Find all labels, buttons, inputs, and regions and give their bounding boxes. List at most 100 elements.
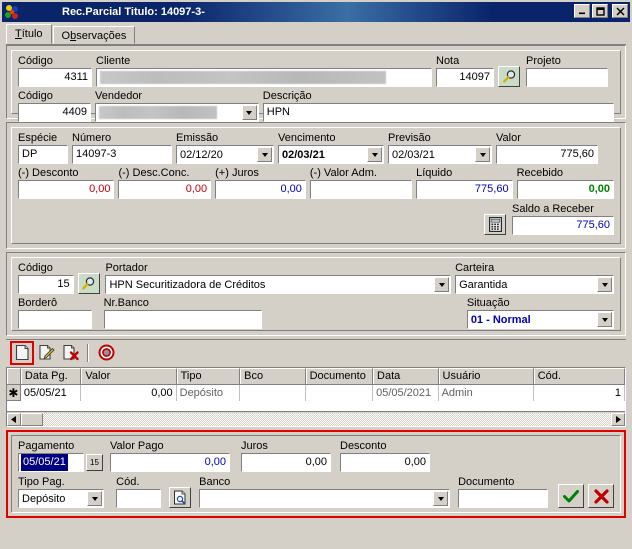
cod-banco-label: Cód. bbox=[116, 476, 140, 488]
chevron-down-icon[interactable] bbox=[434, 277, 450, 292]
cliente-field[interactable] bbox=[96, 68, 432, 87]
cell-documento[interactable] bbox=[306, 385, 374, 401]
nota-search-button[interactable] bbox=[498, 66, 520, 87]
toolbar-separator bbox=[87, 343, 89, 362]
nr-banco-field[interactable] bbox=[103, 310, 262, 329]
calculator-icon bbox=[488, 217, 502, 232]
grid-header-data-pg[interactable]: Data Pg. bbox=[20, 368, 82, 384]
tab-observacoes[interactable]: Observações bbox=[52, 26, 136, 44]
portador-combo[interactable]: HPN Securitizadora de Créditos bbox=[105, 275, 452, 294]
portador-section: Código 15 Portador HPN Securitizadora de… bbox=[6, 252, 626, 336]
calculator-button[interactable] bbox=[484, 214, 506, 235]
edit-payment-button[interactable] bbox=[36, 343, 56, 363]
desconto-pagamento-field[interactable]: 0,00 bbox=[340, 453, 430, 472]
chevron-down-icon[interactable] bbox=[87, 491, 103, 506]
chevron-down-icon[interactable] bbox=[433, 491, 449, 506]
app-logo-icon bbox=[4, 4, 20, 20]
situacao-combo[interactable]: 01 - Normal bbox=[466, 310, 614, 329]
especie-field[interactable]: DP bbox=[18, 145, 68, 164]
cell-tipo[interactable]: Depósito bbox=[177, 385, 241, 401]
vencimento-label: Vencimento bbox=[278, 132, 336, 144]
grid-header-cod[interactable]: Cód. bbox=[533, 368, 625, 384]
grid-header-usuario[interactable]: Usuário bbox=[438, 368, 534, 384]
vencimento-date-combo[interactable]: 02/03/21 bbox=[278, 145, 384, 164]
codigo-cliente-field[interactable]: 4311 bbox=[18, 68, 92, 87]
chevron-down-icon[interactable] bbox=[597, 277, 612, 292]
grid-header-data[interactable]: Data bbox=[373, 368, 439, 384]
scrollbar-thumb[interactable] bbox=[21, 412, 43, 426]
codigo-portador-field[interactable]: 15 bbox=[18, 275, 74, 294]
delete-payment-button[interactable] bbox=[60, 343, 80, 363]
recebido-field[interactable]: 0,00 bbox=[516, 180, 615, 199]
portador-search-button[interactable] bbox=[77, 273, 100, 294]
scrollbar-track[interactable] bbox=[43, 412, 611, 426]
valor-adm-label: (-) Valor Adm. bbox=[309, 167, 377, 179]
cancel-operation-button[interactable] bbox=[96, 343, 116, 363]
chevron-down-icon[interactable] bbox=[241, 105, 257, 120]
bordero-field[interactable] bbox=[18, 310, 92, 329]
cell-bco[interactable] bbox=[240, 385, 306, 401]
payments-grid: Data Pg. Valor Tipo Bco Documento Data U… bbox=[6, 367, 626, 427]
payment-entry-panel: Pagamento 05/05/21 15 Valor Pago 0,00 Ju… bbox=[6, 430, 626, 518]
title-bar[interactable]: Rec.Parcial Titulo: 14097-3- bbox=[2, 2, 630, 22]
table-row[interactable]: ✱ 05/05/21 0,00 Depósito 05/05/2021 Admi… bbox=[7, 385, 626, 401]
grid-header-bco[interactable]: Bco bbox=[240, 368, 306, 384]
chevron-down-icon[interactable] bbox=[597, 312, 612, 327]
nota-field[interactable]: 14097 bbox=[436, 68, 494, 87]
cell-cod[interactable]: 1 bbox=[534, 385, 626, 401]
vendedor-combo[interactable] bbox=[95, 103, 259, 122]
banco-combo[interactable] bbox=[199, 489, 451, 508]
cancel-payment-button[interactable] bbox=[588, 484, 614, 508]
cross-icon bbox=[593, 488, 609, 504]
banco-lookup-button[interactable] bbox=[169, 487, 192, 508]
valor-field[interactable]: 775,60 bbox=[496, 145, 598, 164]
cod-banco-field[interactable] bbox=[116, 489, 162, 508]
cell-data-pg[interactable]: 05/05/21 bbox=[21, 385, 82, 401]
juros-pagamento-field[interactable]: 0,00 bbox=[241, 453, 331, 472]
desconto-field[interactable]: 0,00 bbox=[18, 180, 115, 199]
desc-conc-label: (-) Desc.Conc. bbox=[118, 167, 190, 179]
descricao-field[interactable]: HPN bbox=[262, 103, 614, 122]
grid-horizontal-scrollbar[interactable] bbox=[7, 411, 625, 426]
documento-pagamento-field[interactable] bbox=[458, 489, 548, 508]
numero-field[interactable]: 14097-3 bbox=[72, 145, 172, 164]
projeto-label: Projeto bbox=[526, 55, 561, 67]
desc-conc-field[interactable]: 0,00 bbox=[118, 180, 212, 199]
tab-titulo[interactable]: Título bbox=[6, 24, 52, 44]
client-section: Código 4311 Cliente Nota 14097 Projeto C… bbox=[6, 45, 626, 122]
cell-usuario[interactable]: Admin bbox=[439, 385, 534, 401]
chevron-down-icon[interactable] bbox=[367, 147, 382, 162]
new-payment-button[interactable] bbox=[10, 340, 34, 365]
calendar-button[interactable]: 15 bbox=[86, 454, 103, 471]
desconto-pagamento-label: Desconto bbox=[340, 440, 387, 452]
cell-data[interactable]: 05/05/2021 bbox=[373, 385, 439, 401]
scroll-left-icon[interactable] bbox=[7, 412, 21, 426]
grid-header-tipo[interactable]: Tipo bbox=[176, 368, 241, 384]
grid-header-documento[interactable]: Documento bbox=[305, 368, 374, 384]
grid-header-valor[interactable]: Valor bbox=[81, 368, 177, 384]
tab-strip: Título Observações bbox=[2, 22, 630, 44]
close-button[interactable] bbox=[612, 4, 628, 18]
valor-adm-field[interactable] bbox=[309, 180, 413, 199]
emissao-date-combo[interactable]: 02/12/20 bbox=[176, 145, 274, 164]
maximize-button[interactable] bbox=[592, 4, 608, 18]
pagamento-date-field[interactable]: 05/05/21 bbox=[18, 453, 84, 472]
chevron-down-icon[interactable] bbox=[475, 147, 490, 162]
confirm-payment-button[interactable] bbox=[558, 484, 584, 508]
liquido-field[interactable]: 775,60 bbox=[416, 180, 513, 199]
descricao-label: Descrição bbox=[262, 90, 312, 102]
juros-field[interactable]: 0,00 bbox=[215, 180, 306, 199]
cell-valor[interactable]: 0,00 bbox=[81, 385, 177, 401]
valor-pago-field[interactable]: 0,00 bbox=[110, 453, 230, 472]
chevron-down-icon[interactable] bbox=[257, 147, 272, 162]
tipo-pag-combo[interactable]: Depósito bbox=[18, 489, 105, 508]
scroll-right-icon[interactable] bbox=[611, 412, 625, 426]
juros-pagamento-label: Juros bbox=[241, 440, 268, 452]
codigo-vendedor-field[interactable]: 4409 bbox=[18, 103, 91, 122]
minimize-button[interactable] bbox=[574, 4, 590, 18]
previsao-date-combo[interactable]: 02/03/21 bbox=[388, 145, 492, 164]
cliente-redacted-value bbox=[100, 71, 386, 84]
carteira-combo[interactable]: Garantida bbox=[455, 275, 614, 294]
projeto-field[interactable] bbox=[526, 68, 608, 87]
grid-header-row: Data Pg. Valor Tipo Bco Documento Data U… bbox=[7, 368, 625, 385]
